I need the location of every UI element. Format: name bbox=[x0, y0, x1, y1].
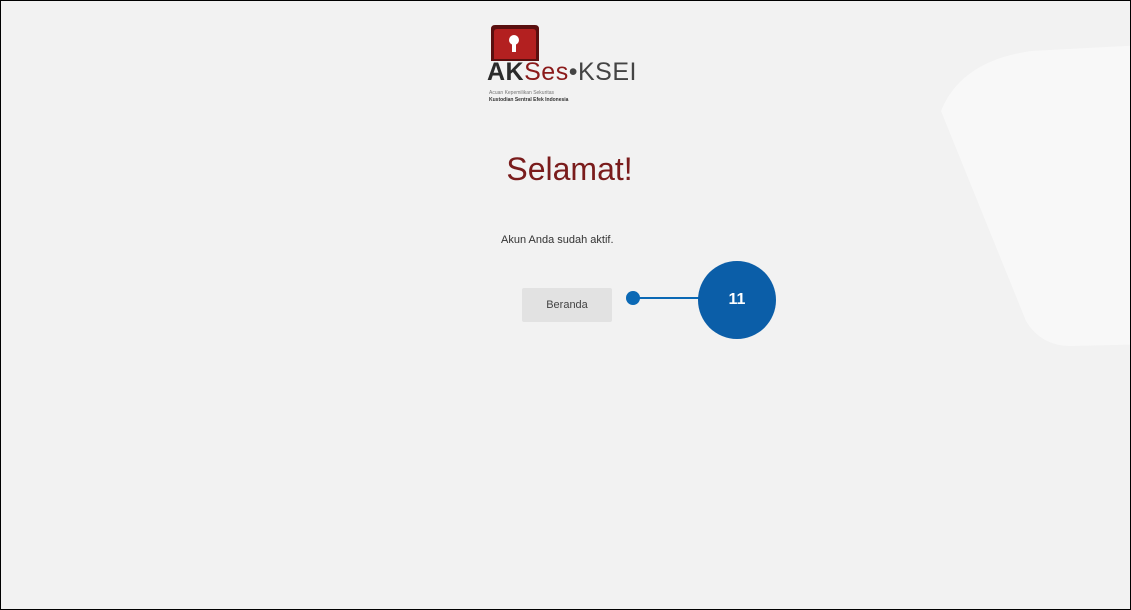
logo-subtitle-2: Kustodian Sentral Efek Indonesia bbox=[489, 97, 569, 103]
step-number-badge: 11 bbox=[698, 261, 776, 339]
logo-ak: AK bbox=[487, 58, 525, 86]
page-title: Selamat! bbox=[506, 151, 633, 187]
logo-dot: • bbox=[568, 58, 578, 86]
keyhole-shield-icon bbox=[491, 25, 539, 61]
logo-wordmark: AKSes•KSEI bbox=[487, 58, 637, 87]
akses-ksei-logo: AKSes•KSEI Acuan Kepemilikan Sekuritas K… bbox=[487, 21, 687, 121]
logo-ksei: KSEI bbox=[577, 58, 637, 86]
watermark-shape bbox=[941, 45, 1130, 346]
home-button[interactable]: Beranda bbox=[522, 288, 612, 322]
callout-line bbox=[633, 297, 699, 299]
activation-message: Akun Anda sudah aktif. bbox=[501, 234, 614, 246]
logo-subtitle: Acuan Kepemilikan Sekuritas bbox=[489, 90, 555, 96]
page-frame: AKSes•KSEI Acuan Kepemilikan Sekuritas K… bbox=[0, 0, 1131, 610]
logo-ses: Ses bbox=[524, 58, 569, 86]
